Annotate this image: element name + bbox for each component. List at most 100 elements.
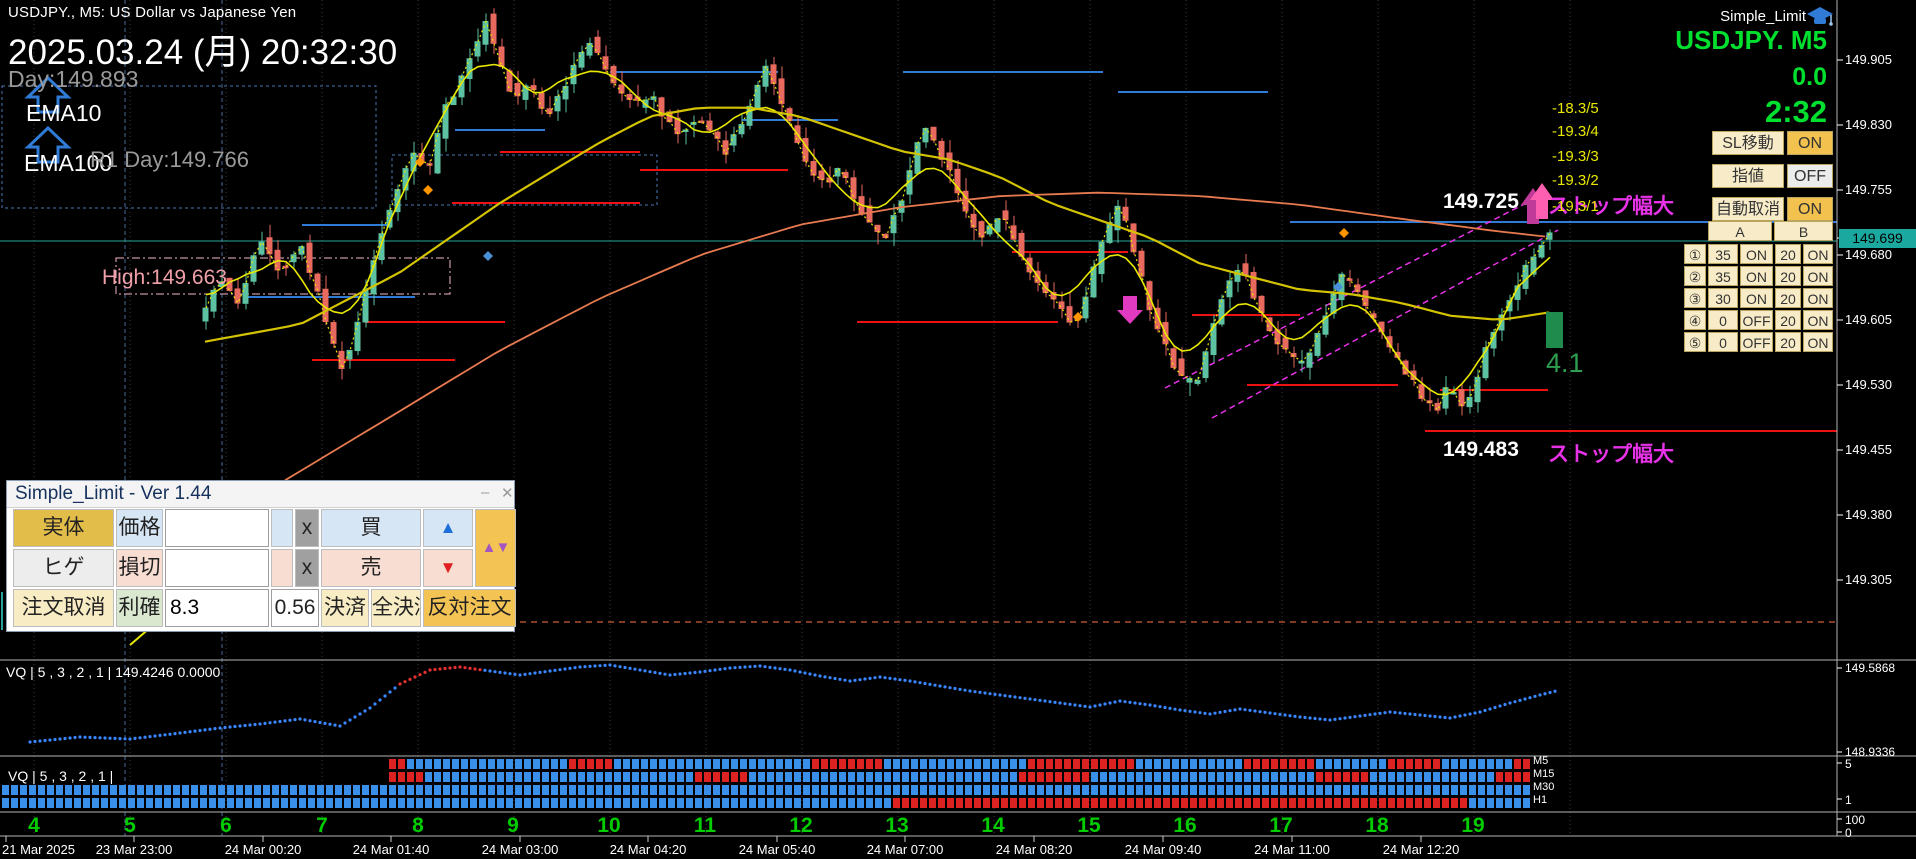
heatmap-row-label: H1 xyxy=(1533,794,1548,806)
ab-a-toggle[interactable]: ON xyxy=(1740,288,1773,308)
stop-lower-price: 149.483 xyxy=(1443,438,1519,461)
close-all-button[interactable]: 全決済 xyxy=(371,589,421,627)
setting-label-3: 自動取消 xyxy=(1712,197,1784,221)
fibo-level-label: -18.3/5 xyxy=(1552,100,1599,117)
time-axis-label: 21 Mar 2025 xyxy=(2,842,75,857)
ab-b-value[interactable]: 20 xyxy=(1775,310,1801,330)
ab-b-toggle[interactable]: ON xyxy=(1803,266,1833,286)
panel-titlebar[interactable]: Simple_Limit - Ver 1.44 – ✕ xyxy=(7,481,514,508)
ab-a-value[interactable]: 0 xyxy=(1708,332,1738,352)
wick-mode-button[interactable]: ヒゲ xyxy=(13,549,114,587)
time-axis-label: 24 Mar 08:20 xyxy=(995,842,1073,857)
profit-pips-value: 4.1 xyxy=(1546,348,1584,378)
hour-number: 12 xyxy=(789,814,813,837)
setting-toggle-2[interactable]: OFF xyxy=(1787,164,1833,188)
time-axis-label: 24 Mar 12:20 xyxy=(1382,842,1460,857)
time-axis-label: 24 Mar 05:40 xyxy=(738,842,816,857)
ab-row-num: ① xyxy=(1684,244,1706,264)
stop-upper-price: 149.725 xyxy=(1443,190,1519,213)
price-spin-cell[interactable] xyxy=(271,509,293,547)
buy-button[interactable]: 買 xyxy=(321,509,421,547)
time-axis-label: 24 Mar 01:40 xyxy=(352,842,430,857)
close-window-button[interactable]: ✕ xyxy=(501,484,514,502)
ab-row-num: ③ xyxy=(1684,288,1706,308)
hour-number: 17 xyxy=(1269,814,1293,837)
body-mode-button[interactable]: 実体 xyxy=(13,509,114,547)
fibo-level-label: -19.3/1 xyxy=(1552,198,1599,215)
setting-toggle-1[interactable]: ON xyxy=(1787,131,1833,155)
ab-a-value[interactable]: 0 xyxy=(1708,310,1738,330)
setting-toggle-3[interactable]: ON xyxy=(1787,197,1833,221)
ab-b-toggle[interactable]: ON xyxy=(1803,288,1833,308)
heatmap-axis-bottom: 1 xyxy=(1845,793,1852,807)
spread-readout: 0.56 xyxy=(271,589,319,627)
price-axis-label: 149.455 xyxy=(1845,442,1892,457)
clear-price-button[interactable]: x xyxy=(295,509,319,547)
stoploss-spin-cell[interactable] xyxy=(271,549,293,587)
ab-a-toggle[interactable]: ON xyxy=(1740,244,1773,264)
price-axis-label: 149.305 xyxy=(1845,572,1892,587)
indicator-name-label: Simple_Limit xyxy=(1720,8,1806,25)
ab-a-toggle[interactable]: OFF xyxy=(1740,332,1773,352)
time-axis-label: 24 Mar 04:20 xyxy=(609,842,687,857)
hour-number: 15 xyxy=(1077,814,1101,837)
heatmap-row-label: M5 xyxy=(1533,755,1549,767)
stoploss-input[interactable] xyxy=(165,549,269,587)
fibo-level-label: -19.3/2 xyxy=(1552,172,1599,189)
chart-canvas[interactable] xyxy=(0,0,1916,859)
close-position-button[interactable]: 決済 xyxy=(321,589,369,627)
price-axis-label: 149.530 xyxy=(1845,377,1892,392)
fibo-level-label: -19.3/4 xyxy=(1552,123,1599,140)
ema10-label: EMA10 xyxy=(26,100,102,126)
minimize-button[interactable]: – xyxy=(481,484,489,501)
cancel-order-button[interactable]: 注文取消 xyxy=(13,589,114,627)
ab-b-value[interactable]: 20 xyxy=(1775,288,1801,308)
hour-number: 7 xyxy=(316,814,328,837)
buy-arrow-button[interactable]: ▲ xyxy=(423,509,473,547)
signal-axis-top: 100 xyxy=(1845,813,1866,827)
hour-number: 6 xyxy=(220,814,232,837)
hour-number: 5 xyxy=(124,814,136,837)
ab-b-toggle[interactable]: ON xyxy=(1803,244,1833,264)
price-axis-label: 149.605 xyxy=(1845,312,1892,327)
simple-limit-panel[interactable]: Simple_Limit - Ver 1.44 – ✕ 実体 価格 x 買 ▲ … xyxy=(6,480,516,632)
time-axis-label: 24 Mar 00:20 xyxy=(224,842,302,857)
candle-countdown-timer: 2:32 xyxy=(1764,94,1827,129)
heatmap-row-label: M30 xyxy=(1533,781,1555,793)
hour-number: 13 xyxy=(885,814,909,837)
price-axis-label: 149.380 xyxy=(1845,507,1892,522)
time-axis-label: 23 Mar 23:00 xyxy=(95,842,173,857)
ab-a-value[interactable]: 35 xyxy=(1708,266,1738,286)
ab-b-value[interactable]: 20 xyxy=(1775,266,1801,286)
ab-a-toggle[interactable]: ON xyxy=(1740,266,1773,286)
stop-lower-warning: ストップ幅大 xyxy=(1548,443,1674,466)
ab-b-toggle[interactable]: ON xyxy=(1803,310,1833,330)
panel-title: Simple_Limit - Ver 1.44 xyxy=(15,483,212,504)
updown-toggle-button[interactable]: ▲▼ xyxy=(475,509,516,587)
chart-symbol-title: USDJPY., M5: US Dollar vs Japanese Yen xyxy=(8,4,297,21)
ab-row-num: ⑤ xyxy=(1684,332,1706,352)
hour-number: 14 xyxy=(981,814,1005,837)
ab-a-value[interactable]: 30 xyxy=(1708,288,1738,308)
clear-stoploss-button[interactable]: x xyxy=(295,549,319,587)
sell-arrow-button[interactable]: ▼ xyxy=(423,549,473,587)
reverse-order-button[interactable]: 反対注文 xyxy=(423,589,516,627)
hour-number: 10 xyxy=(597,814,621,837)
current-price-badge: 149.699 xyxy=(1839,229,1916,248)
ab-a-value[interactable]: 35 xyxy=(1708,244,1738,264)
ab-b-value[interactable]: 20 xyxy=(1775,244,1801,264)
ab-b-toggle[interactable]: ON xyxy=(1803,332,1833,352)
hour-number: 16 xyxy=(1173,814,1197,837)
hour-number: 8 xyxy=(412,814,424,837)
time-axis-label: 24 Mar 07:00 xyxy=(866,842,944,857)
ab-b-value[interactable]: 20 xyxy=(1775,332,1801,352)
time-axis-label: 24 Mar 09:40 xyxy=(1124,842,1202,857)
day-open-label: Day:149.893 xyxy=(8,66,139,92)
takeprofit-label: 利確 xyxy=(116,589,163,627)
price-input[interactable] xyxy=(165,509,269,547)
price-axis-label: 149.830 xyxy=(1845,117,1892,132)
ab-header-a: A xyxy=(1708,221,1772,241)
takeprofit-input[interactable] xyxy=(165,589,269,627)
sell-button[interactable]: 売 xyxy=(321,549,421,587)
ab-a-toggle[interactable]: OFF xyxy=(1740,310,1773,330)
